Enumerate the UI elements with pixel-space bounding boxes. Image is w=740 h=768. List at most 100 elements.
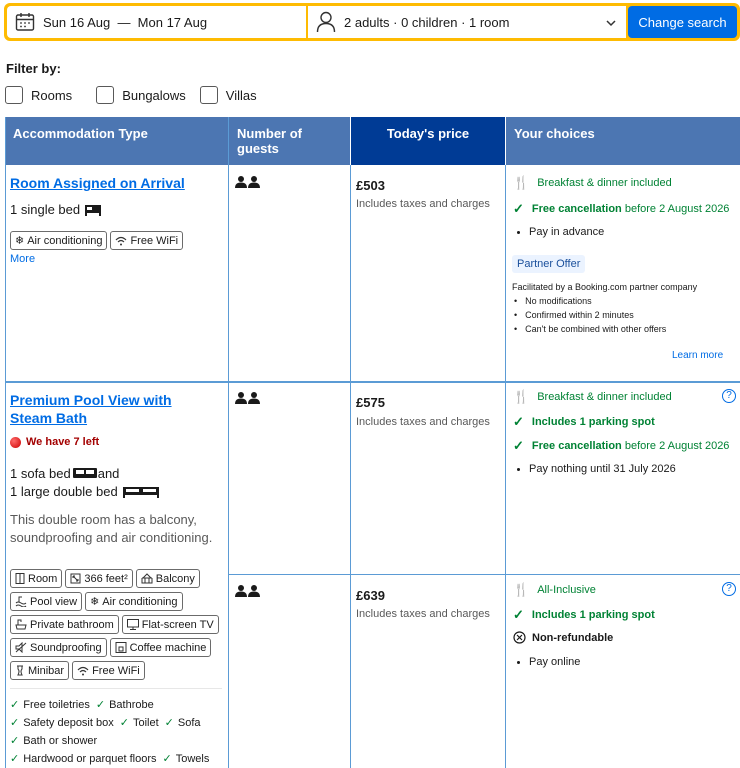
partner-point: No modifications (512, 294, 737, 308)
guests-picker[interactable]: 2 adults · 0 children · 1 room (308, 6, 626, 38)
room-name-line: Premium Pool View with (10, 392, 172, 408)
bed-info: 1 sofa bed and 1 large double bed (10, 465, 160, 501)
payment-label: Pay in advance (529, 226, 605, 238)
facility-chip: Flat-screen TV (121, 615, 219, 634)
search-bar: Sun 16 Aug — Mon 17 Aug 2 adults · 0 chi… (4, 3, 740, 41)
more-link[interactable]: More (10, 253, 35, 265)
bed-info: 1 single bed (10, 201, 102, 219)
red-dot-icon (10, 436, 21, 448)
facility-chip: Free WiFi (72, 661, 145, 680)
facility-chip: Pool view (10, 592, 83, 611)
facility-chip: Coffee machine (109, 638, 212, 657)
bath-icon (15, 619, 27, 630)
calendar-icon (15, 13, 35, 31)
wifi-icon (116, 236, 127, 245)
amenity-item: Sofa (177, 717, 201, 729)
facility-chips: Room 366 feet² Balcony Pool view ❄ Air co… (10, 569, 228, 684)
dates-label: Sun 16 Aug — Mon 17 Aug (43, 14, 208, 30)
single-bed-icon (85, 205, 102, 216)
filter-label: Bungalows (122, 87, 186, 103)
bullet (517, 467, 520, 471)
sofa-bed-icon (72, 468, 97, 478)
meal-info: 🍴 Breakfast & dinner included (513, 389, 672, 405)
facility-chip: ❄ Air conditioning (10, 231, 108, 250)
change-search-button[interactable]: Change search (628, 6, 737, 38)
meal-label: Breakfast & dinner included (537, 177, 672, 189)
room-description: This double room has a balcony, soundpro… (10, 511, 212, 547)
help-icon[interactable]: ? (722, 582, 736, 596)
checkbox[interactable] (199, 86, 218, 104)
cancellation-info: ✓ Free cancellation before 2 August 2026 (513, 438, 729, 454)
filter-villas[interactable]: Villas (199, 86, 257, 104)
bed-label: 1 large double bed (10, 484, 118, 499)
facility-label: Free WiFi (92, 664, 140, 677)
header-todays-price: Today's price (351, 117, 505, 165)
checkmark-icon: ✓ (513, 438, 524, 453)
description-line: soundproofing and air conditioning. (10, 530, 213, 545)
bed-label-and: and (97, 466, 120, 481)
facility-label: Balcony (155, 572, 195, 585)
facility-chip: Soundproofing (10, 638, 107, 657)
facility-chip: Room (10, 569, 63, 588)
facility-label: Air conditioning (27, 234, 103, 247)
price-note: Includes taxes and charges (356, 608, 490, 620)
room-name-link[interactable]: Premium Pool View with Steam Bath (10, 391, 172, 427)
checkmark-icon: ✓ (10, 699, 20, 711)
coffee-machine-icon (115, 642, 127, 653)
checkmark-icon: ✓ (10, 735, 20, 747)
meal-info: 🍴 Breakfast & dinner included (513, 175, 672, 191)
cancel-label: Free cancellation (531, 203, 622, 215)
price-value: £503 (356, 178, 385, 193)
facility-label: Room (28, 572, 58, 585)
non-refundable-icon (513, 631, 526, 644)
amenity-row: ✓ Hardwood or parquet floors ✓ Towels (10, 750, 225, 768)
snowflake-icon: ❄ (90, 596, 100, 608)
facility-chip: ❄ Air conditioning (85, 592, 183, 611)
partner-details: Facilitated by a Booking.com partner com… (512, 280, 737, 336)
scarcity-badge: We have 7 left (10, 436, 99, 448)
amenities-list: ✓ Free toiletries ✓ Bathrobe ✓ Safety deposi… (10, 696, 225, 768)
facility-label: Soundproofing (30, 641, 102, 654)
date-picker[interactable]: Sun 16 Aug — Mon 17 Aug (7, 6, 306, 38)
cancel-label: Free cancellation (531, 440, 622, 452)
filter-options: Rooms Bungalows Villas (5, 86, 271, 104)
filter-bungalows[interactable]: Bungalows (96, 86, 186, 104)
meal-label: Breakfast & dinner included (537, 391, 672, 403)
refund-info: Non-refundable (513, 631, 613, 644)
room-name-line: Steam Bath (10, 410, 88, 426)
room-name-link[interactable]: Room Assigned on Arrival (10, 174, 185, 192)
price-note: Includes taxes and charges (356, 416, 490, 428)
filter-rooms[interactable]: Rooms (5, 86, 72, 104)
scarcity-label: We have 7 left (26, 436, 100, 448)
checkmark-icon: ✓ (119, 717, 129, 729)
partner-point: Can't be combined with other offers (512, 322, 737, 336)
checkmark-icon: ✓ (513, 201, 524, 216)
two-guests-icon (235, 392, 261, 407)
filter-label: Rooms (31, 87, 73, 103)
amenity-row: ✓ Safety deposit box ✓ Toilet ✓ Sofa (10, 714, 225, 732)
help-icon[interactable]: ? (722, 389, 736, 403)
amenity-row: ✓ Free toiletries ✓ Bathrobe (10, 696, 225, 714)
facility-label: Air conditioning (102, 595, 178, 608)
learn-more-link[interactable]: Learn more (672, 350, 723, 361)
snowflake-icon: ❄ (15, 235, 25, 247)
refund-label: Non-refundable (532, 631, 614, 644)
checkbox[interactable] (5, 86, 23, 104)
fork-knife-icon: 🍴 (513, 582, 530, 597)
facility-label: Free WiFi (130, 234, 179, 247)
checkmark-icon: ✓ (162, 753, 172, 765)
bed-label: 1 sofa bed (10, 466, 71, 481)
filter-label: Villas (225, 87, 257, 103)
door-icon (15, 573, 25, 584)
checkbox[interactable] (96, 86, 115, 104)
wifi-icon (77, 666, 89, 675)
amenity-row: ✓ Bath or shower (10, 732, 225, 750)
room-size-icon (70, 573, 81, 584)
meal-label: All-Inclusive (537, 584, 596, 596)
price-value: £639 (356, 588, 385, 603)
facility-chip: Minibar (10, 661, 70, 680)
facility-label: Coffee machine (129, 641, 207, 654)
payment-info: Pay nothing until 31 July 2026 (513, 463, 676, 475)
facility-label: Flat-screen TV (141, 618, 214, 631)
facility-chip: Balcony (135, 569, 200, 588)
